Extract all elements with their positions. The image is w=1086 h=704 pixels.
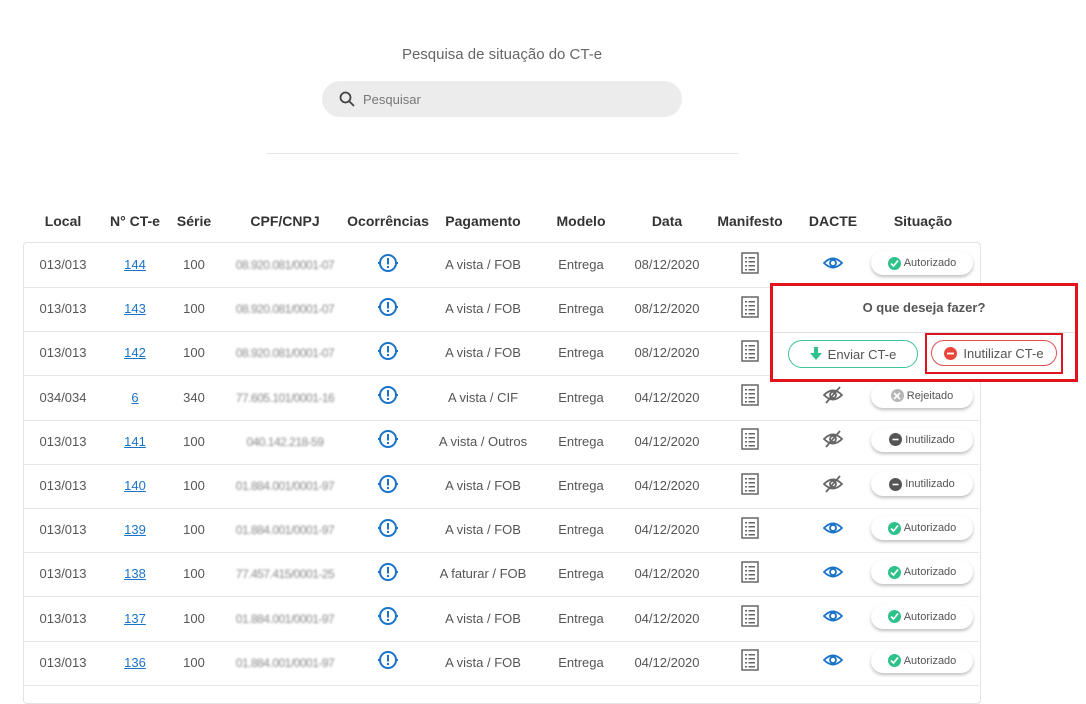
status-badge[interactable]: Inutilizado bbox=[871, 472, 973, 496]
cell-cpf-cnpj: 01.884.001/0001-97 bbox=[235, 479, 335, 493]
inutilize-cte-button[interactable]: Inutilizar CT-e bbox=[931, 340, 1057, 366]
status-badge[interactable]: Autorizado bbox=[871, 251, 973, 275]
check-circle-icon bbox=[887, 565, 901, 579]
table-row[interactable]: 013/013 144 100 08.920.081/0001-07 A vista /… bbox=[23, 243, 979, 288]
eye-icon bbox=[822, 653, 844, 672]
check-circle-icon bbox=[887, 610, 901, 624]
table-row[interactable]: 013/013 137 100 01.884.001/0001-97 A vista /… bbox=[23, 597, 979, 642]
cell-cpf-cnpj: 01.884.001/0001-97 bbox=[235, 611, 335, 626]
column-header: Situação bbox=[893, 213, 953, 229]
status-label: Autorizado bbox=[903, 610, 957, 623]
send-cte-label: Enviar CT-e bbox=[827, 346, 897, 362]
status-label: Autorizado bbox=[903, 257, 957, 269]
eye-off-icon bbox=[822, 474, 844, 498]
search-bar[interactable] bbox=[322, 81, 682, 117]
minus-circle-icon bbox=[889, 433, 903, 447]
document-list-icon bbox=[741, 384, 759, 411]
table-row[interactable]: 013/013 136 100 01.884.001/0001-97 A vista /… bbox=[23, 641, 979, 686]
alert-circle-icon bbox=[378, 606, 398, 631]
cell-cpf-cnpj: 01.884.001/0001-97 bbox=[235, 655, 335, 670]
cell-cpf-cnpj: 08.920.081/0001-07 bbox=[235, 346, 335, 361]
status-label: Rejeitado bbox=[906, 389, 954, 402]
document-list-icon bbox=[741, 251, 759, 279]
status-label: Autorizado bbox=[903, 566, 957, 579]
cell-cpf-cnpj: 040.142.218-59 bbox=[246, 434, 324, 449]
check-circle-icon bbox=[887, 654, 901, 668]
eye-off-icon bbox=[822, 386, 844, 409]
inutilize-cte-label: Inutilizar CT-e bbox=[963, 345, 1044, 361]
alert-circle-icon bbox=[378, 474, 398, 499]
status-badge[interactable]: Autorizado bbox=[871, 648, 973, 673]
cell-cpf-cnpj: 08.920.081/0001-07 bbox=[235, 258, 335, 272]
table-row[interactable]: 034/034 6 340 77.605.101/0001-16 A vista / C… bbox=[23, 376, 979, 421]
status-badge[interactable]: Rejeitado bbox=[871, 383, 973, 408]
document-list-icon bbox=[741, 605, 759, 632]
status-label: Autorizado bbox=[903, 654, 957, 667]
check-circle-icon bbox=[887, 521, 901, 535]
status-label: Inutilizado bbox=[905, 433, 955, 446]
eye-icon bbox=[822, 565, 844, 584]
arrow-down-icon bbox=[809, 347, 822, 360]
document-list-icon bbox=[741, 516, 759, 544]
alert-circle-icon bbox=[378, 253, 398, 278]
x-circle-icon bbox=[890, 389, 904, 403]
document-list-icon bbox=[741, 472, 759, 500]
status-badge[interactable]: Autorizado bbox=[871, 604, 973, 629]
minus-circle-icon bbox=[944, 346, 958, 360]
alert-circle-icon bbox=[378, 297, 398, 322]
cell-cpf-cnpj: 08.920.081/0001-07 bbox=[235, 302, 335, 317]
alert-circle-icon bbox=[378, 429, 398, 454]
action-popup: O que deseja fazer? Enviar CT-e Inutiliz… bbox=[770, 283, 1078, 382]
document-list-icon bbox=[741, 295, 759, 323]
minus-circle-icon bbox=[889, 477, 903, 491]
alert-circle-icon bbox=[378, 562, 398, 587]
check-circle-icon bbox=[887, 256, 901, 270]
eye-icon bbox=[822, 609, 844, 628]
column-header: CPF/CNPJ bbox=[250, 213, 320, 229]
eye-off-icon bbox=[822, 430, 844, 453]
document-list-icon bbox=[741, 561, 759, 588]
divider bbox=[266, 153, 738, 154]
document-list-icon bbox=[741, 340, 759, 367]
search-icon bbox=[339, 91, 355, 107]
status-badge[interactable]: Autorizado bbox=[871, 516, 973, 541]
alert-circle-icon bbox=[378, 650, 398, 675]
status-badge[interactable]: Autorizado bbox=[871, 560, 973, 585]
send-cte-button[interactable]: Enviar CT-e bbox=[788, 340, 918, 368]
alert-circle-icon bbox=[378, 518, 398, 543]
search-input[interactable] bbox=[361, 90, 665, 108]
alert-circle-icon bbox=[378, 341, 398, 366]
table-row[interactable]: 013/013 139 100 01.884.001/0001-97 A vista /… bbox=[23, 508, 979, 554]
table-row[interactable]: 013/013 141 100 040.142.218-59 A vista / Out… bbox=[23, 420, 979, 465]
status-badge[interactable]: Inutilizado bbox=[871, 427, 973, 452]
highlight-frame: Inutilizar CT-e bbox=[925, 333, 1063, 374]
eye-icon bbox=[822, 256, 844, 275]
page-title: Pesquisa de situação do CT-e bbox=[401, 46, 603, 63]
cell-cpf-cnpj: 01.884.001/0001-97 bbox=[235, 523, 335, 538]
table-row[interactable]: 013/013 140 100 01.884.001/0001-97 A vista /… bbox=[23, 464, 979, 509]
document-list-icon bbox=[741, 649, 759, 676]
alert-circle-icon bbox=[378, 385, 398, 410]
cell-cpf-cnpj: 77.605.101/0001-16 bbox=[235, 390, 335, 405]
popup-question: O que deseja fazer? bbox=[862, 300, 986, 315]
cell-cpf-cnpj: 77.457.415/0001-25 bbox=[235, 567, 335, 582]
document-list-icon bbox=[741, 428, 759, 455]
status-label: Inutilizado bbox=[905, 478, 955, 490]
status-label: Autorizado bbox=[903, 522, 957, 535]
eye-icon bbox=[822, 521, 844, 540]
table-row[interactable]: 013/013 138 100 77.457.415/0001-25 A faturar… bbox=[23, 552, 979, 598]
